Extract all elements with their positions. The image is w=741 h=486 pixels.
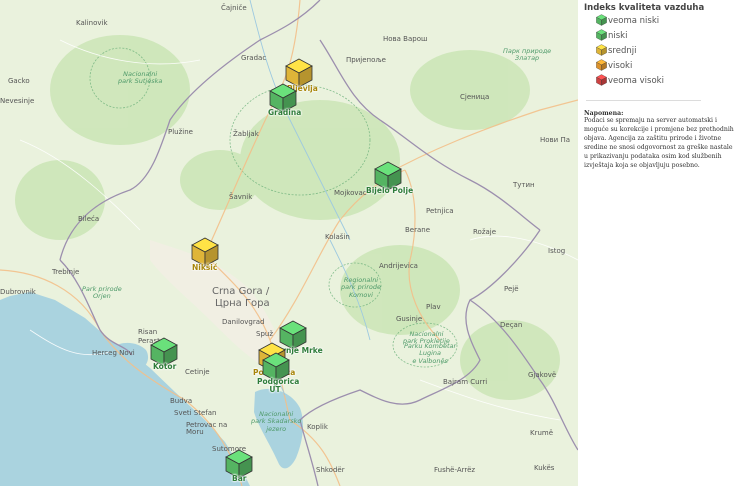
place-label-mojkovac: Mojkovac <box>334 189 367 197</box>
note-title: Napomena: <box>584 110 624 117</box>
park-label-komovi: Regionalni park prirode Komovi <box>341 276 381 299</box>
legend-item-label: veoma visoki <box>608 75 664 86</box>
place-label-novi-pazar: Нови Па <box>540 136 570 144</box>
station-label: Podgorica UT <box>257 377 300 394</box>
station-label: Gradina <box>268 108 302 117</box>
park-label-valbona: Parku Kombëtar Lugina e Valbonës <box>404 342 457 365</box>
place-label-gusinje: Gusinje <box>396 315 423 323</box>
place-label-peje: Pejë <box>504 285 519 293</box>
place-label-petnjica: Petnjica <box>426 207 454 215</box>
place-label-gradac: Gradac <box>241 54 267 62</box>
park-label-sutjeska: Nacionalni park Sutjeska <box>118 70 163 86</box>
place-label-shkoder: Shkodër <box>316 466 345 474</box>
legend-panel: Indeks kvaliteta vazduha veoma niski nisk… <box>578 0 741 486</box>
place-label-kolasin: Kolašin <box>325 233 350 241</box>
place-label-sjenica: Сјеница <box>460 93 490 101</box>
station-label: Bijelo Polje <box>366 186 414 195</box>
place-label-savnik: Šavnik <box>229 193 253 201</box>
place-label-kalinovik: Kalinovik <box>76 19 108 27</box>
place-label-koplik: Koplik <box>307 423 328 431</box>
legend-list: veoma niski niski srednji visoki veoma visok… <box>584 13 741 88</box>
place-label-bajram-curri: Bajram Curri <box>443 378 488 386</box>
station-label: Bar <box>232 474 247 483</box>
place-label-bileca: Bileća <box>78 215 100 223</box>
place-label-rozaje: Rožaje <box>473 228 497 236</box>
place-label-cetinje: Cetinje <box>185 368 210 376</box>
place-label-budva: Budva <box>170 397 193 405</box>
place-label-trebinje: Trebinje <box>52 268 80 276</box>
place-label-zabljak: Žabljak <box>233 130 259 138</box>
place-label-berane: Berane <box>405 226 431 234</box>
legend-item-label: srednji <box>608 45 637 56</box>
country-label-cyrillic: Црна Гора <box>215 298 270 309</box>
country-label: Crna Gora / <box>212 286 270 297</box>
park-label-orjen: Park prirode Orjen <box>82 285 122 301</box>
place-label-krume: Krumë <box>530 429 554 437</box>
legend-item-label: visoki <box>608 60 633 71</box>
place-label-prijepolje: Пријепоље <box>346 56 386 64</box>
place-label-plav: Plav <box>426 303 441 311</box>
place-label-sveti-stefan: Sveti Stefan <box>174 409 217 417</box>
place-label-gacko: Gacko <box>8 77 30 85</box>
legend-item: niski <box>596 28 741 43</box>
station-label: Kotor <box>153 362 177 371</box>
cube-icon <box>596 71 608 90</box>
legend-item: veoma visoki <box>596 73 741 88</box>
place-label-petrovac: Petrovac na Moru <box>186 421 228 436</box>
place-label-andrijevica: Andrijevica <box>379 262 418 270</box>
park-label-skadar: Nacionalni park Skadarsko jezero <box>251 410 302 433</box>
station-label: Nikšić <box>192 263 218 272</box>
legend-divider <box>586 100 701 101</box>
place-label-danilovgrad: Danilovgrad <box>222 318 265 326</box>
place-label-istog: Istog <box>548 247 566 255</box>
air-quality-map[interactable]: Čajniče Kalinovik Gacko Nevesinje Bileća… <box>0 0 578 486</box>
place-label-cajnice: Čajniče <box>221 4 247 12</box>
place-label-herceg-novi: Herceg Novi <box>92 349 135 357</box>
place-label-risan: Risan <box>138 328 158 336</box>
place-label-pluzine: Plužine <box>168 128 193 136</box>
legend-item-label: veoma niski <box>608 15 660 26</box>
place-label-nova-varos: Нова Варош <box>383 35 428 43</box>
legend-item: veoma niski <box>596 13 741 28</box>
place-label-spuz: Spuž <box>256 330 273 338</box>
park-label-zlatar: Парк природе Златар <box>503 47 552 63</box>
place-label-dubrovnik: Dubrovnik <box>0 288 36 296</box>
place-label-kukes: Kukës <box>534 464 555 472</box>
legend-item-label: niski <box>608 30 628 41</box>
legend-item: srednji <box>596 43 741 58</box>
place-label-nevesinje: Nevesinje <box>0 97 35 105</box>
place-label-gjakove: Gjakovë <box>528 371 557 379</box>
place-label-decan: Deçan <box>500 321 523 329</box>
note-body: Podaci se spremaju na server automatski … <box>584 117 734 169</box>
place-label-fushe-arrez: Fushë-Arrëz <box>434 466 476 474</box>
place-label-tutin: Тутин <box>513 181 535 189</box>
legend-item: visoki <box>596 58 741 73</box>
